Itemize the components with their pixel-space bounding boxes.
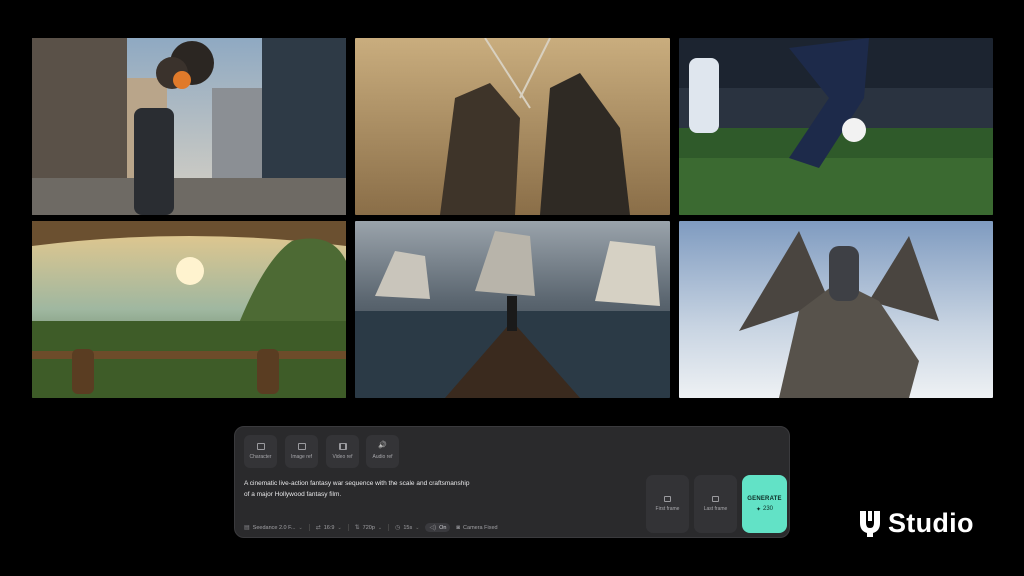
audio-ref-button[interactable]: Audio ref [366,435,399,468]
camera-icon: ◙ [456,524,461,531]
character-ref-label: Character [249,454,272,460]
prompt-input[interactable]: A cinematic live-action fantasy war sequ… [244,478,474,500]
generation-options-bar: ▤ Seedance 2.0 F... ⌄ ⇄ 16:9 ⌄ ⇅ 720p ⌄ … [244,523,498,532]
generate-label: GENERATE [747,495,782,502]
image-icon [664,496,671,502]
chevron-down-icon: ⌄ [377,524,383,531]
city-explosion-scene[interactable] [32,38,346,215]
generate-button[interactable]: GENERATE ✦ 230 [742,475,787,533]
speaker-icon [378,443,387,450]
chevron-down-icon: ⌄ [298,524,303,531]
model-value: Seedance 2.0 F... [252,524,296,531]
aspect-ratio-value: 16:9 [323,524,335,531]
camera-fixed-toggle[interactable]: ◙ Camera Fixed [456,525,497,531]
resolution-icon: ⇅ [354,525,360,531]
image-icon [712,496,719,502]
studio-logo-mark-icon [860,510,880,537]
image-icon [297,443,306,450]
last-frame-label: Last frame [703,506,728,512]
first-frame-button[interactable]: First frame [646,475,689,533]
first-frame-label: First frame [655,506,680,512]
audio-toggle[interactable]: ◁) On [425,523,451,532]
last-frame-button[interactable]: Last frame [694,475,737,533]
character-ref-button[interactable]: Character [244,435,277,468]
resolution-value: 720p [362,524,375,531]
brand-name: Studio [888,508,974,538]
chevron-down-icon: ⌄ [337,524,342,531]
duration-select[interactable]: ◷ 15s ⌄ [395,524,420,532]
audio-ref-label: Audio ref [372,454,393,460]
divider [347,524,349,531]
composer-panel: Character Image ref Video ref Audio ref … [234,426,790,538]
football-match-scene[interactable] [679,38,993,215]
audio-value: On [439,524,447,531]
pirate-ship-battle-scene[interactable] [355,221,670,398]
camera-value: Camera Fixed [463,524,498,531]
knights-sword-fight-scene[interactable] [355,38,670,215]
video-ref-label: Video ref [332,454,353,460]
chevron-down-icon: ⌄ [415,524,420,531]
video-ref-button[interactable]: Video ref [326,435,359,468]
speaker-icon: ◁) [429,525,437,531]
dragon-rider-scene[interactable] [679,221,993,398]
generate-cost-value: 230 [763,506,774,512]
resolution-select[interactable]: ⇅ 720p ⌄ [354,524,383,532]
model-select[interactable]: ▤ Seedance 2.0 F... ⌄ [244,524,303,532]
clock-icon: ◷ [395,525,401,531]
aspect-ratio-icon: ⇄ [315,525,321,531]
generate-cost: ✦ 230 [756,506,773,513]
image-icon [256,443,265,450]
image-ref-label: Image ref [290,454,313,460]
credit-icon: ✦ [755,506,761,513]
image-ref-button[interactable]: Image ref [285,435,318,468]
film-icon [338,443,347,450]
duration-value: 15s [403,524,413,531]
divider [308,524,310,531]
brand-logo: Studio [858,508,974,539]
aspect-ratio-select[interactable]: ⇄ 16:9 ⌄ [315,524,342,532]
divider [388,524,390,531]
model-icon: ▤ [244,525,250,531]
fantasy-forest-flight-scene[interactable] [32,221,346,398]
